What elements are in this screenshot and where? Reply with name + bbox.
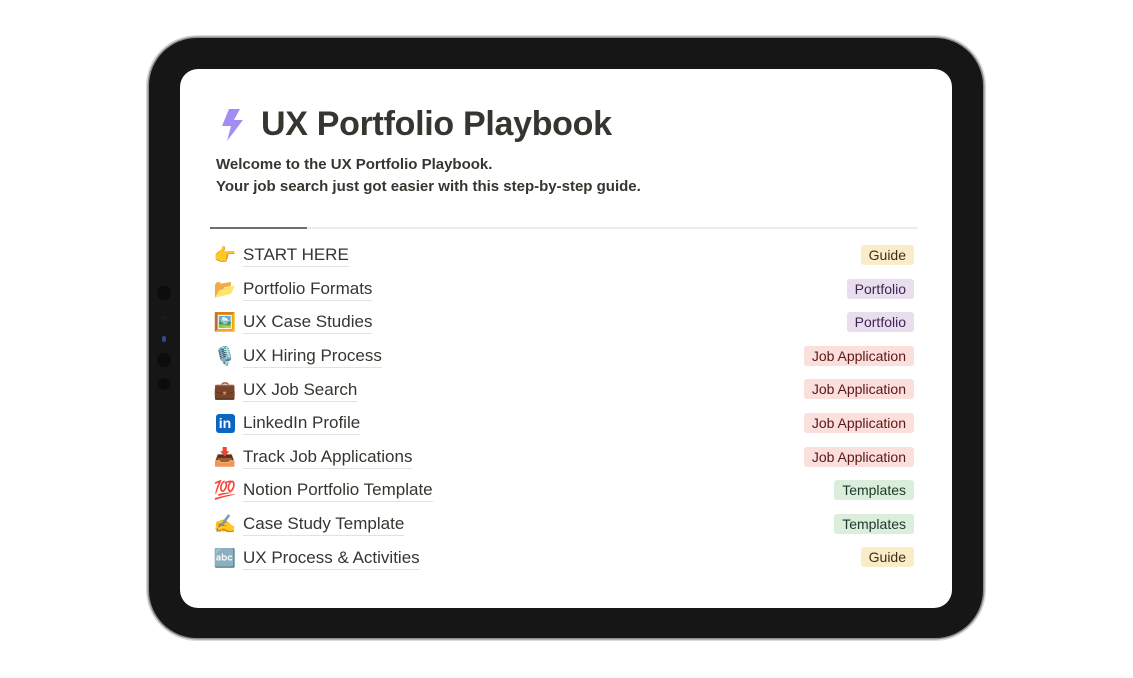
category-tag: Portfolio: [846, 312, 914, 333]
microphone-icon: 🎙️: [213, 346, 237, 367]
folder-icon: 📂: [213, 278, 237, 299]
category-tag: Job Application: [803, 379, 914, 400]
list-item[interactable]: in LinkedIn Profile Job Application: [210, 407, 916, 441]
inbox-tray-icon: 📥: [213, 446, 237, 467]
intro-line: Your job search just got easier with thi…: [216, 178, 641, 195]
list-item-title-link[interactable]: Notion Portfolio Template: [243, 479, 433, 503]
writing-hand-icon: ✍️: [213, 514, 237, 535]
framed-picture-icon: 🖼️: [213, 312, 237, 333]
list-item[interactable]: ✍️ Case Study Template Templates: [210, 508, 916, 542]
category-tag: Job Application: [803, 345, 914, 366]
page-title[interactable]: UX Portfolio Playbook: [261, 105, 612, 144]
list-item[interactable]: 👉 START HERE Guide: [210, 239, 916, 273]
list-item-title-link[interactable]: Case Study Template: [243, 513, 405, 537]
category-tag: Job Application: [803, 412, 914, 433]
intro-line: Welcome to the UX Portfolio Playbook.: [216, 156, 493, 173]
linkedin-icon: in: [213, 413, 237, 435]
list-item-title-link[interactable]: LinkedIn Profile: [243, 412, 361, 436]
category-tag: Guide: [860, 245, 914, 265]
briefcase-icon: 💼: [213, 379, 237, 400]
camera-sensor: [157, 286, 171, 300]
list-item-title-link[interactable]: Portfolio Formats: [243, 278, 373, 301]
intro-text: Welcome to the UX Portfolio Playbook. Yo…: [216, 154, 641, 198]
list-item-title-link[interactable]: START HERE: [243, 244, 349, 268]
active-view-tab-indicator[interactable]: [210, 227, 307, 229]
lightning-bolt-icon[interactable]: [218, 108, 246, 142]
category-tag: Templates: [834, 513, 914, 534]
list-item[interactable]: 💼 UX Job Search Job Application: [210, 373, 916, 407]
abc-input-icon: 🔤: [213, 547, 237, 568]
list-item[interactable]: 🔤 UX Process & Activities Guide: [210, 541, 916, 575]
pointing-hand-icon: 👉: [213, 245, 237, 266]
list-item[interactable]: 🎙️ UX Hiring Process Job Application: [210, 340, 916, 374]
tablet-screen: UX Portfolio Playbook Welcome to the UX …: [180, 69, 952, 608]
page-header: UX Portfolio Playbook: [218, 105, 612, 144]
list-item[interactable]: 🖼️ UX Case Studies Portfolio: [210, 306, 916, 340]
camera-sensor: [158, 378, 170, 390]
list-item-title-link[interactable]: UX Process & Activities: [243, 547, 420, 570]
list-item-title-link[interactable]: UX Hiring Process: [243, 345, 382, 369]
view-tab-bar: [210, 227, 918, 229]
playbook-list: 👉 START HERE Guide 📂 Portfolio Formats Portfo…: [210, 239, 916, 575]
list-item-title-link[interactable]: Track Job Applications: [243, 446, 413, 469]
category-tag: Guide: [860, 547, 914, 568]
list-item[interactable]: 📂 Portfolio Formats Portfolio: [210, 273, 916, 307]
camera-sensor: [163, 316, 166, 319]
category-tag: Portfolio: [846, 278, 914, 299]
category-tag: Templates: [834, 480, 914, 501]
list-item[interactable]: 📥 Track Job Applications Job Application: [210, 441, 916, 475]
camera-sensor: [157, 353, 171, 367]
hundred-points-icon: 💯: [213, 480, 237, 501]
category-tag: Job Application: [803, 446, 914, 467]
camera-lens: [162, 336, 166, 342]
list-item-title-link[interactable]: UX Job Search: [243, 379, 358, 402]
list-item[interactable]: 💯 Notion Portfolio Template Templates: [210, 474, 916, 508]
list-item-title-link[interactable]: UX Case Studies: [243, 311, 373, 335]
